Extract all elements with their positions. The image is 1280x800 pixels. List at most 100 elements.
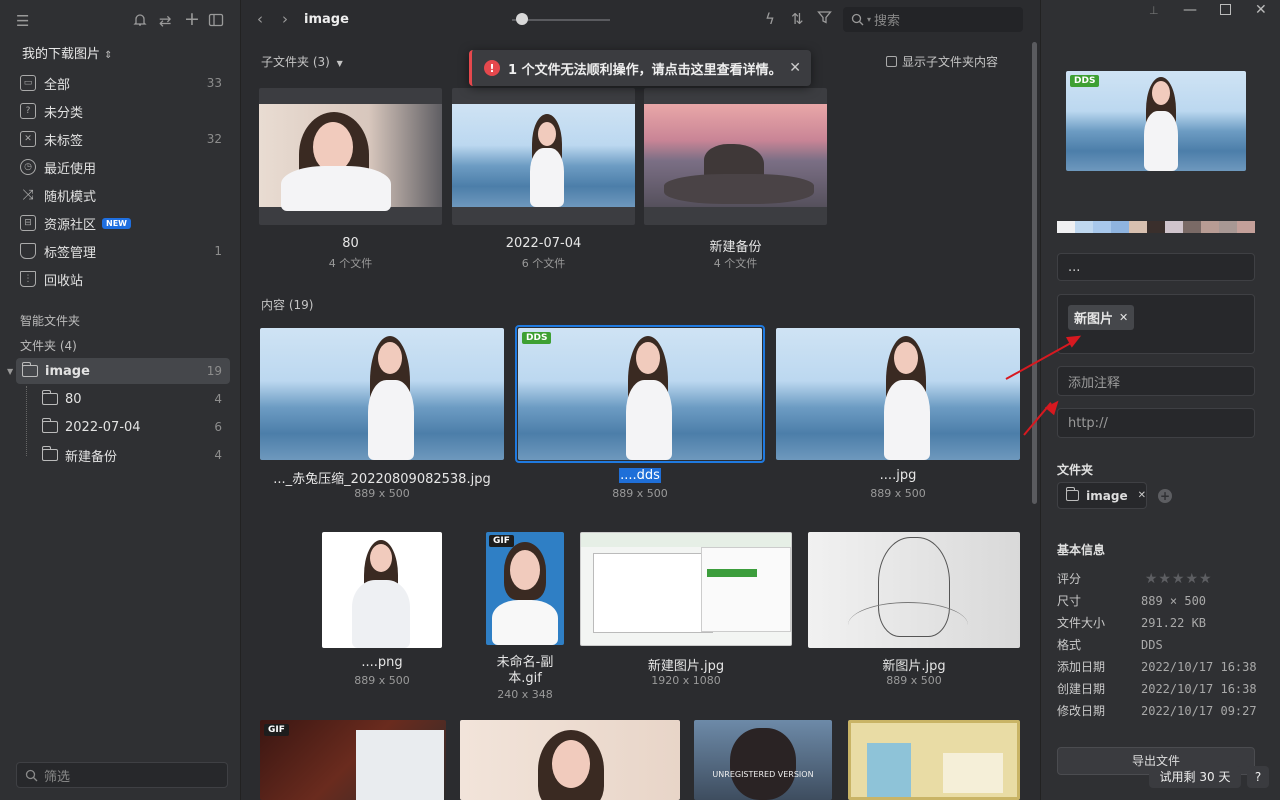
subfolder-card-2022-07-04[interactable] — [452, 88, 635, 225]
folder-chip[interactable]: image ✕ — [1057, 482, 1147, 509]
face-shape — [552, 740, 590, 788]
color-swatch[interactable] — [1129, 221, 1147, 233]
image-tile[interactable] — [460, 720, 680, 800]
bell-icon[interactable] — [132, 12, 148, 32]
color-swatch[interactable] — [1219, 221, 1237, 233]
forward-arrow-icon[interactable]: › — [282, 10, 288, 28]
subfolders-label: 子文件夹 (3) — [261, 55, 330, 69]
basic-info-title: 基本信息 — [1057, 543, 1106, 557]
color-swatch[interactable] — [1147, 221, 1165, 233]
note-placeholder: 添加注释 — [1068, 375, 1121, 391]
close-window-icon[interactable]: ✕ — [1255, 2, 1267, 18]
trial-badge[interactable]: 试用剩 30 天 — [1149, 766, 1241, 788]
face-shape — [636, 342, 660, 374]
close-icon[interactable]: ✕ — [789, 60, 801, 76]
sidebar-item-label: 未标签 — [44, 133, 84, 149]
color-swatch[interactable] — [1201, 221, 1219, 233]
folder-item-2022-07-04[interactable]: 2022-07-04 6 — [41, 414, 230, 440]
folder-item-backup[interactable]: 新建备份 4 — [41, 442, 230, 468]
color-swatch[interactable] — [1093, 221, 1111, 233]
smart-folders-header[interactable]: 智能文件夹 — [20, 312, 80, 329]
image-tile[interactable]: UNREGISTERED VERSION — [694, 720, 832, 800]
face-shape — [370, 544, 392, 572]
library-switcher[interactable]: 我的下载图片 ⇕ — [22, 43, 113, 62]
menu-icon[interactable]: ☰ — [16, 12, 29, 30]
image-name: 新建图片.jpg — [647, 659, 725, 674]
image-tile[interactable]: GIF — [486, 532, 564, 645]
layout-icon[interactable] — [208, 12, 224, 32]
image-tile[interactable]: GIF — [260, 720, 446, 800]
trash-icon: ⋮ — [20, 271, 36, 287]
image-dimensions: 240 x 348 — [497, 688, 553, 701]
image-name: ....png — [361, 655, 403, 670]
flash-icon[interactable]: ϟ — [765, 10, 775, 28]
add-folder-icon[interactable]: + — [1158, 489, 1172, 503]
subfolders-header[interactable]: 子文件夹 (3) ▼ — [261, 53, 343, 70]
back-arrow-icon[interactable]: ‹ — [257, 10, 263, 28]
color-swatch[interactable] — [1075, 221, 1093, 233]
search-input[interactable]: ▾ 搜索 — [843, 7, 1023, 32]
sidebar-item-all[interactable]: ▭ 全部 33 — [20, 70, 230, 96]
folder-count: 19 — [206, 364, 222, 378]
color-swatch[interactable] — [1111, 221, 1129, 233]
image-tile[interactable] — [848, 720, 1020, 800]
tag-chip[interactable]: 新图片 ✕ — [1068, 305, 1135, 330]
error-toast[interactable]: ! 1 个文件无法顺利操作，请点击这里查看详情。 ✕ — [469, 50, 811, 86]
color-swatch[interactable] — [1165, 221, 1183, 233]
remove-folder-icon[interactable]: ✕ — [1138, 490, 1146, 501]
rock-shape — [664, 174, 814, 204]
color-swatch[interactable] — [1237, 221, 1255, 233]
sidebar-item-untagged[interactable]: ✕ 未标签 32 — [20, 126, 230, 152]
sidebar-item-tags[interactable]: 标签管理 1 — [20, 238, 230, 264]
library-name: 我的下载图片 — [22, 47, 101, 62]
zoom-slider-handle[interactable] — [515, 13, 528, 25]
sidebar-item-trash[interactable]: ⋮ 回收站 — [20, 266, 230, 292]
image-tile[interactable] — [776, 328, 1020, 460]
help-button[interactable]: ? — [1247, 766, 1269, 788]
clock-icon: ◷ — [20, 159, 36, 175]
remove-tag-icon[interactable]: ✕ — [1119, 311, 1128, 324]
show-subfolder-content-toggle[interactable]: 显示子文件夹内容 — [886, 53, 998, 70]
note-field[interactable]: 添加注释 — [1057, 366, 1255, 396]
sidebar-item-community[interactable]: ⊟ 资源社区 NEW — [20, 210, 230, 236]
sidebar-item-count: 33 — [206, 76, 222, 90]
dds-badge: DDS — [1070, 75, 1100, 87]
subfolder-name: 80 — [342, 236, 359, 251]
sidebar-item-unsorted[interactable]: ? 未分类 — [20, 98, 230, 124]
filter-input[interactable]: 筛选 — [16, 762, 228, 788]
image-name-selected[interactable]: ....dds — [619, 468, 661, 483]
subfolder-card-backup[interactable] — [644, 88, 827, 225]
filter-icon[interactable] — [817, 10, 832, 29]
scrollbar[interactable] — [1032, 42, 1037, 504]
sort-icon[interactable]: ⇅ — [791, 10, 804, 28]
tags-field[interactable]: 新图片 ✕ — [1057, 294, 1255, 354]
folder-item-80[interactable]: 80 4 — [41, 386, 230, 412]
image-tile-selected[interactable]: DDS — [518, 328, 762, 460]
sidebar-item-random[interactable]: ⤨ 随机模式 — [20, 182, 230, 208]
add-icon[interactable]: + — [184, 10, 200, 29]
image-tile[interactable] — [260, 328, 504, 460]
image-tile[interactable] — [808, 532, 1020, 648]
color-swatch[interactable] — [1057, 221, 1075, 233]
image-tile[interactable] — [580, 532, 792, 646]
folder-item-image[interactable]: image 19 — [16, 358, 230, 384]
preview-image[interactable]: DDS — [1066, 71, 1246, 171]
pin-icon[interactable]: ⊥ — [1149, 4, 1159, 17]
sketch-shape — [848, 602, 968, 648]
maximize-icon[interactable] — [1220, 4, 1231, 15]
folders-header[interactable]: 文件夹 (4) — [20, 337, 77, 354]
subfolder-card-80[interactable] — [259, 88, 442, 225]
folder-icon — [1065, 487, 1080, 501]
url-field[interactable]: http:// — [1057, 408, 1255, 438]
name-field[interactable]: ... — [1057, 253, 1255, 281]
sync-icon[interactable]: ⇄ — [159, 12, 172, 30]
expand-caret-icon[interactable]: ▼ — [7, 367, 13, 376]
checkbox[interactable] — [886, 56, 897, 67]
sidebar-item-recent[interactable]: ◷ 最近使用 — [20, 154, 230, 180]
shuffle-icon: ⤨ — [22, 187, 34, 203]
rating-stars[interactable]: ★★★★★ — [1145, 571, 1213, 587]
minimize-icon[interactable]: — — [1183, 2, 1197, 18]
face-shape — [730, 728, 796, 800]
image-tile[interactable] — [322, 532, 442, 648]
color-swatch[interactable] — [1183, 221, 1201, 233]
